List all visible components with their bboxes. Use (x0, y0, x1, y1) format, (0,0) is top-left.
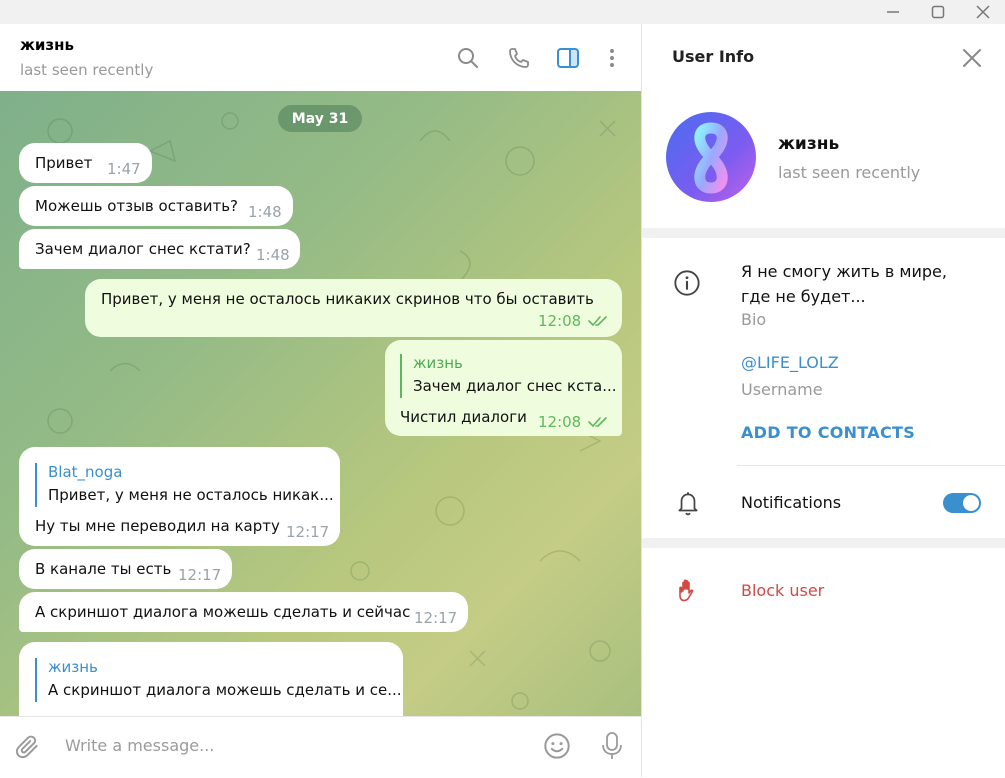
message-composer: Write a message... (0, 716, 641, 778)
divider-line (737, 465, 1005, 466)
message-time: 12:17 (414, 609, 458, 627)
paperclip-icon (15, 735, 38, 759)
message-incoming[interactable]: В канале ты есть 12:17 (19, 549, 232, 589)
user-info-panel: User Info жизнь last seen recently Я не … (642, 24, 1005, 777)
phone-icon (509, 48, 529, 68)
maximize-icon (931, 5, 945, 19)
toggle-knob (963, 495, 979, 511)
notifications-toggle[interactable] (943, 493, 981, 513)
reply-text: Привет, у меня не осталось никак... (48, 486, 334, 504)
message-incoming[interactable]: Зачем диалог снес кстати? 1:48 (19, 229, 300, 269)
infinity-avatar-icon (666, 112, 756, 202)
reply-text: А скриншот диалога можешь сделать и се..… (48, 681, 402, 699)
message-time: 1:47 (107, 160, 141, 178)
notifications-label: Notifications (741, 493, 842, 512)
chat-title: жизнь (20, 36, 75, 54)
block-user-button[interactable]: Block user (741, 581, 824, 600)
message-incoming[interactable]: Blat_noga Привет, у меня не осталось ник… (19, 447, 340, 546)
chat-header[interactable]: жизнь last seen recently (0, 24, 641, 91)
search-icon (458, 48, 478, 68)
profile-name: жизнь (778, 134, 840, 154)
window-close-button[interactable] (966, 0, 1000, 24)
bio-text: Я не смогу жить в мире, где не будет... (741, 262, 947, 306)
read-receipt-icon (588, 316, 607, 326)
message-incoming[interactable]: Можешь отзыв оставить? 1:48 (19, 186, 293, 226)
close-icon (963, 49, 981, 67)
message-input[interactable]: Write a message... (65, 736, 214, 755)
message-text: А скриншот диалога можешь сделать и сейч… (35, 603, 411, 621)
reply-quote[interactable]: жизнь Зачем диалог снес кста... (400, 354, 622, 398)
chat-status: last seen recently (20, 61, 154, 79)
close-panel-button[interactable] (960, 46, 984, 70)
bell-icon-wrap (675, 489, 701, 517)
chat-history[interactable]: May 31 Привет 1:47 Можешь отзыв оставить… (0, 91, 641, 716)
block-icon-wrap (675, 577, 701, 605)
window-titlebar (0, 0, 1005, 24)
message-time: 12:17 (286, 523, 330, 541)
section-separator (642, 228, 1005, 238)
reply-author: жизнь (48, 658, 98, 676)
message-outgoing[interactable]: жизнь Зачем диалог снес кста... Чистил д… (385, 340, 622, 436)
message-incoming[interactable]: Привет 1:47 (19, 143, 152, 183)
reply-author: жизнь (413, 354, 463, 372)
message-time: 12:08 (538, 413, 582, 431)
reply-quote[interactable]: жизнь А скриншот диалога можешь сделать … (35, 658, 402, 702)
message-time: 1:48 (248, 203, 282, 221)
emoji-button[interactable] (542, 731, 572, 761)
search-button[interactable] (455, 45, 481, 71)
profile-status: last seen recently (778, 163, 921, 182)
more-menu-button[interactable] (599, 45, 625, 71)
message-outgoing[interactable]: Привет, у меня не осталось никаких скрин… (85, 279, 622, 337)
message-text: Можешь отзыв оставить? (35, 197, 239, 215)
message-incoming[interactable]: А скриншот диалога можешь сделать и сейч… (19, 592, 468, 632)
smiley-icon (544, 733, 570, 759)
sidebar-icon (557, 48, 579, 68)
message-time: 12:08 (538, 312, 582, 330)
info-icon (674, 270, 700, 296)
toggle-sidebar-button[interactable] (555, 45, 581, 71)
message-text: Чистил диалоги (400, 408, 527, 426)
message-time: 12:17 (178, 566, 222, 584)
message-text: Зачем диалог снес кстати? (35, 240, 251, 258)
message-text: Привет, у меня не осталось никаких скрин… (101, 290, 594, 308)
message-text: В канале ты есть (35, 560, 172, 578)
avatar[interactable] (666, 112, 756, 202)
panel-title: User Info (672, 47, 755, 66)
minimize-button[interactable] (876, 0, 910, 24)
bio-label: Bio (741, 310, 767, 329)
username-value[interactable]: @LIFE_LOLZ (741, 353, 839, 372)
minimize-icon (887, 11, 899, 13)
message-time: 1:48 (256, 246, 290, 264)
message-text: Ну ты мне переводил на карту (35, 517, 280, 535)
message-incoming[interactable]: жизнь А скриншот диалога можешь сделать … (19, 642, 403, 716)
attach-button[interactable] (14, 733, 42, 761)
voice-record-button[interactable] (598, 730, 626, 762)
reply-quote[interactable]: Blat_noga Привет, у меня не осталось ник… (35, 463, 342, 507)
add-to-contacts-button[interactable]: ADD TO CONTACTS (741, 423, 915, 442)
message-text: Привет (35, 154, 93, 172)
username-label: Username (741, 380, 823, 399)
date-separator: May 31 (278, 105, 362, 132)
bell-icon (678, 492, 698, 516)
read-receipt-icon (588, 417, 607, 427)
reply-author: Blat_noga (48, 463, 123, 481)
info-icon-wrap (673, 269, 701, 297)
microphone-icon (602, 732, 622, 759)
close-icon (976, 5, 990, 19)
more-vertical-icon (610, 49, 614, 67)
maximize-button[interactable] (921, 0, 955, 24)
reply-text: Зачем диалог снес кста... (413, 377, 617, 395)
section-separator (642, 538, 1005, 548)
hand-stop-icon (679, 579, 694, 602)
call-button[interactable] (506, 45, 532, 71)
